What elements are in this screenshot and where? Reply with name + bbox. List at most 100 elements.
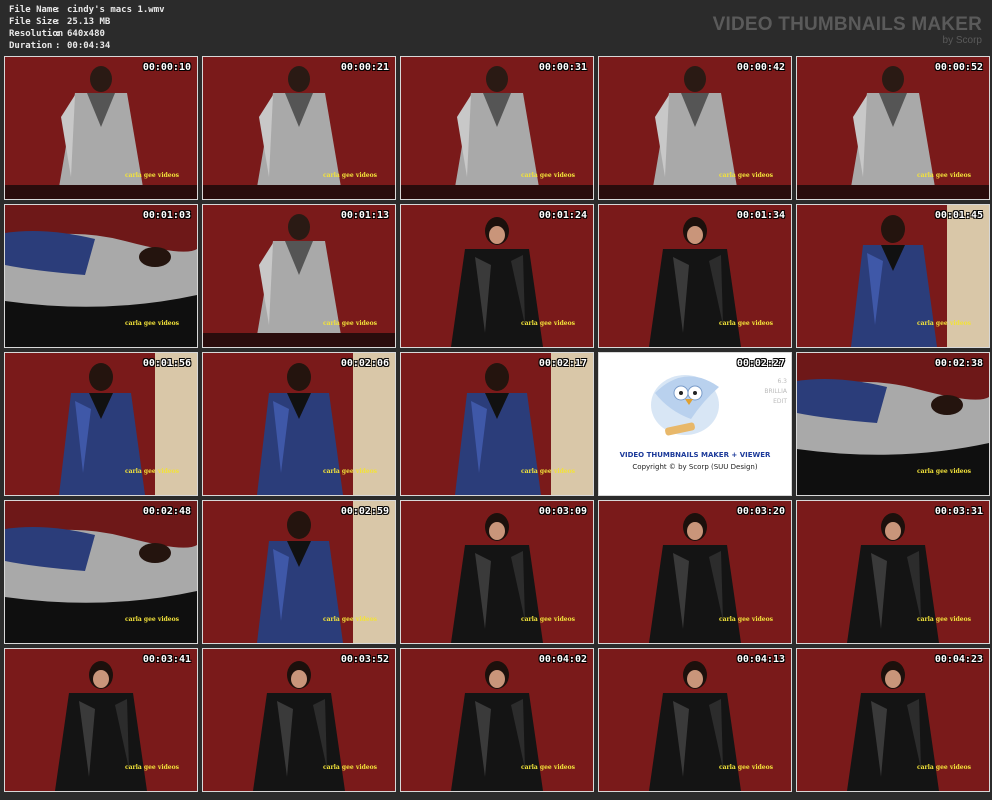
duration-label: Duration (9, 41, 53, 51)
video-watermark: carla gee videos (322, 320, 377, 327)
resolution-row: Resolution : 640x480 (9, 28, 165, 40)
file-size-value: 25.13 MB (67, 17, 111, 27)
header: File Name : cindy's macs 1.wmv File Size… (0, 0, 992, 56)
timestamp: 00:02:17 (538, 358, 587, 369)
splash-copyright: Copyright © by Scorp (SUU Design) (632, 463, 758, 471)
thumbnail[interactable]: carla gee videos 00:01:24 (400, 204, 594, 348)
video-watermark: carla gee videos (322, 616, 377, 623)
video-watermark: carla gee videos (718, 172, 773, 179)
video-watermark: carla gee videos (718, 616, 773, 623)
splash-version-text: EDIT (773, 398, 787, 405)
thumbnail[interactable]: carla gee videos 00:01:34 (598, 204, 792, 348)
timestamp: 00:03:52 (340, 654, 389, 665)
video-watermark: carla gee videos (916, 468, 971, 475)
timestamp: 00:00:21 (340, 62, 389, 73)
thumbnail[interactable]: carla gee videos 00:02:06 (202, 352, 396, 496)
timestamp: 00:01:45 (934, 210, 983, 221)
brand-title: VIDEO THUMBNAILS MAKER (712, 14, 982, 35)
timestamp: 00:02:48 (142, 506, 191, 517)
thumbnail[interactable]: carla gee videos 00:01:03 (4, 204, 198, 348)
video-watermark: carla gee videos (916, 320, 971, 327)
thumbnail[interactable]: carla gee videos 00:00:52 (796, 56, 990, 200)
separator: : (55, 17, 61, 27)
video-watermark: carla gee videos (916, 172, 971, 179)
timestamp: 00:01:03 (142, 210, 191, 221)
duration-row: Duration : 00:04:34 (9, 40, 165, 52)
timestamp: 00:03:20 (736, 506, 785, 517)
thumbnail[interactable]: carla gee videos 00:04:13 (598, 648, 792, 792)
timestamp: 00:01:24 (538, 210, 587, 221)
timestamp: 00:00:31 (538, 62, 587, 73)
thumbnail[interactable]: carla gee videos 00:00:31 (400, 56, 594, 200)
resolution-value: 640x480 (67, 29, 105, 39)
thumbnail[interactable]: carla gee videos 00:04:02 (400, 648, 594, 792)
video-watermark: carla gee videos (322, 468, 377, 475)
brand-logo: VIDEO THUMBNAILS MAKER by Scorp (712, 14, 982, 47)
thumbnail-grid: carla gee videos 00:00:10 carla gee videos… (4, 56, 990, 792)
thumbnail[interactable]: VIDEO THUMBNAILS MAKER + VIEWER Copyright… (598, 352, 792, 496)
timestamp: 00:01:56 (142, 358, 191, 369)
timestamp: 00:02:59 (340, 506, 389, 517)
video-watermark: carla gee videos (520, 468, 575, 475)
splash-version-text: 6.3 (777, 378, 787, 385)
thumbnail[interactable]: carla gee videos 00:02:38 (796, 352, 990, 496)
timestamp: 00:04:02 (538, 654, 587, 665)
separator: : (55, 29, 61, 39)
thumbnail[interactable]: carla gee videos 00:04:23 (796, 648, 990, 792)
thumbnail[interactable]: carla gee videos 00:03:09 (400, 500, 594, 644)
timestamp: 00:01:13 (340, 210, 389, 221)
video-watermark: carla gee videos (124, 172, 179, 179)
thumbnail[interactable]: carla gee videos 00:03:20 (598, 500, 792, 644)
file-name-row: File Name : cindy's macs 1.wmv (9, 4, 165, 16)
timestamp: 00:02:27 (736, 358, 785, 369)
timestamp: 00:03:41 (142, 654, 191, 665)
video-watermark: carla gee videos (916, 616, 971, 623)
timestamp: 00:00:52 (934, 62, 983, 73)
thumbnail[interactable]: carla gee videos 00:00:42 (598, 56, 792, 200)
thumbnail[interactable]: carla gee videos 00:02:59 (202, 500, 396, 644)
file-name-value: cindy's macs 1.wmv (67, 5, 165, 15)
thumbnail[interactable]: carla gee videos 00:01:13 (202, 204, 396, 348)
timestamp: 00:03:09 (538, 506, 587, 517)
file-name-label: File Name (9, 5, 58, 15)
separator: : (55, 5, 61, 15)
splash-title: VIDEO THUMBNAILS MAKER + VIEWER (619, 451, 771, 459)
owl-logo-icon (651, 375, 719, 436)
separator: : (55, 41, 61, 51)
thumbnail[interactable]: carla gee videos 00:01:45 (796, 204, 990, 348)
file-size-row: File Size : 25.13 MB (9, 16, 165, 28)
timestamp: 00:04:13 (736, 654, 785, 665)
timestamp: 00:01:34 (736, 210, 785, 221)
thumbnail[interactable]: carla gee videos 00:03:41 (4, 648, 198, 792)
thumbnail[interactable]: carla gee videos 00:01:56 (4, 352, 198, 496)
video-watermark: carla gee videos (520, 764, 575, 771)
thumbnail[interactable]: carla gee videos 00:02:48 (4, 500, 198, 644)
video-watermark: carla gee videos (322, 764, 377, 771)
thumbnail[interactable]: carla gee videos 00:00:21 (202, 56, 396, 200)
video-watermark: carla gee videos (520, 616, 575, 623)
splash-background (599, 353, 791, 495)
timestamp: 00:00:42 (736, 62, 785, 73)
video-watermark: carla gee videos (718, 764, 773, 771)
video-watermark: carla gee videos (124, 764, 179, 771)
timestamp: 00:03:31 (934, 506, 983, 517)
thumbnail[interactable]: carla gee videos 00:03:31 (796, 500, 990, 644)
splash-version-text: BRILLIA (764, 388, 787, 395)
duration-value: 00:04:34 (67, 41, 111, 51)
resolution-label: Resolution (9, 29, 64, 39)
timestamp: 00:00:10 (142, 62, 191, 73)
thumbnail[interactable]: carla gee videos 00:00:10 (4, 56, 198, 200)
video-watermark: carla gee videos (124, 320, 179, 327)
timestamp: 00:02:06 (340, 358, 389, 369)
file-size-label: File Size (9, 17, 58, 27)
thumbnail[interactable]: carla gee videos 00:02:17 (400, 352, 594, 496)
video-watermark: carla gee videos (124, 616, 179, 623)
splash-version: 6.3 BRILLIA EDIT (764, 377, 787, 407)
video-watermark: carla gee videos (718, 320, 773, 327)
video-watermark: carla gee videos (124, 468, 179, 475)
video-watermark: carla gee videos (520, 320, 575, 327)
timestamp: 00:02:38 (934, 358, 983, 369)
timestamp: 00:04:23 (934, 654, 983, 665)
thumbnail[interactable]: carla gee videos 00:03:52 (202, 648, 396, 792)
file-info: File Name : cindy's macs 1.wmv File Size… (9, 4, 165, 52)
